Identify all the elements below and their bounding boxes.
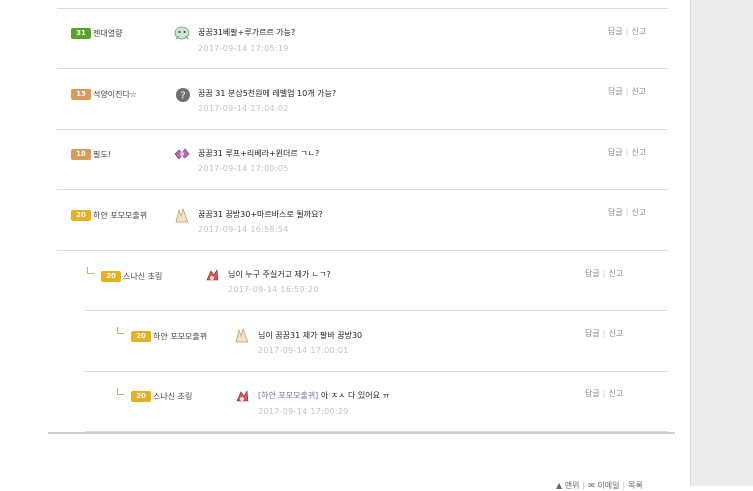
comment-actions: 답글 | 신고 [608,27,647,36]
comment-actions: 답글 | 신고 [608,87,647,96]
report-link[interactable]: 신고 [631,208,646,217]
right-gutter [691,0,753,486]
comment-date: 2017-09-14 17:04:02 [198,104,289,113]
avatar-icon [206,269,219,281]
avatar-icon [235,327,249,343]
reply-link[interactable]: 답글 [608,208,623,217]
reply-link[interactable]: 답글 [608,87,623,96]
comment-date: 2017-09-14 17:05:19 [198,44,289,53]
reply-arrow-icon [87,267,94,274]
report-link[interactable]: 신고 [608,329,623,338]
reply-arrow-icon [117,327,124,334]
level-badge: 20 [131,331,151,342]
comment-actions: 답글 | 신고 [608,208,647,217]
comment-author[interactable]: 석양이진다☆ [93,89,137,100]
unknown-avatar-icon: ? [176,88,190,102]
avatar-icon [174,148,190,160]
level-badge: 31 [71,28,91,39]
report-link[interactable]: 신고 [631,87,646,96]
reply-link[interactable]: 답글 [608,148,623,157]
comment-actions: 답글 | 신고 [585,269,624,278]
level-badge: 13 [71,89,91,100]
report-link[interactable]: 신고 [608,389,623,398]
comment-author[interactable]: 젠대열량 [93,28,122,39]
comment-date: 2017-09-14 16:59:20 [228,285,319,294]
comment-date: 2017-09-14 17:00:01 [258,346,349,355]
level-badge: 18 [71,149,91,160]
reply-link[interactable]: 답글 [585,329,600,338]
comment-row: 31 젠대열량 꿈꿈31베팔+루가르르 가능? 2017-09-14 17:05… [57,9,668,69]
comment-actions: 답글 | 신고 [585,389,624,398]
svg-text:?: ? [180,91,185,102]
content-border [690,0,691,486]
comment-date: 2017-09-14 17:00:05 [198,164,289,173]
avatar-icon [175,207,189,223]
reply-row: 20 하얀 포모모출뀌 님이 꿈꿈31 제가 팔바 꿈방30 2017-09-1… [85,311,668,372]
level-badge: 20 [101,271,121,282]
report-link[interactable]: 신고 [608,269,623,278]
comment-actions: 답글 | 신고 [585,329,624,338]
reply-row: 20 스나신 초링 님이 누구 주실거고 제가 ㄴㄱ? 2017-09-14 1… [85,251,668,311]
reply-arrow-icon [117,388,124,395]
mention-tag[interactable]: [하얀 포모모출뀌] [258,391,318,400]
comment-text: 님이 꿈꿈31 제가 팔바 꿈방30 [258,331,363,340]
comment-date: 2017-09-14 16:58:54 [198,225,289,234]
level-badge: 20 [131,391,151,402]
comment-author[interactable]: 하얀 포모모출뀌 [93,210,147,221]
report-link[interactable]: 신고 [631,148,646,157]
level-badge: 20 [71,210,91,221]
reply-link[interactable]: 답글 [585,389,600,398]
comment-row: 20 하얀 포모모출뀌 꿈꿈31 꿈방30+마르바스로 될까요? 2017-09… [57,190,668,251]
report-link[interactable]: 신고 [631,27,646,36]
avatar-icon [174,26,190,40]
reply-link[interactable]: 답글 [585,269,600,278]
comment-text: 꿈꿈31 꿈방30+마르바스로 될까요? [198,210,323,219]
reply-link[interactable]: 답글 [608,27,623,36]
comment-text: 꿈꿈 31 분상5천원에 레벨업 10개 가능? [198,89,337,98]
comment-date: 2017-09-14 17:00:29 [258,407,349,416]
comment-row: 13 석양이진다☆ ? 꿈꿈 31 분상5천원에 레벨업 10개 가능? 201… [57,69,668,130]
comment-author[interactable]: 스나신 초링 [123,271,162,282]
comment-text: 꿈꿈31베팔+루가르르 가능? [198,28,296,37]
avatar-icon [236,390,249,402]
comment-author[interactable]: 필도! [93,149,111,160]
comment-text: 님이 누구 주실거고 제가 ㄴㄱ? [228,270,331,279]
comment-text: [하얀 포모모출뀌] 아 ㅈㅅ 다 있어요 ㅠ [258,390,390,402]
comment-author[interactable]: 하얀 포모모출뀌 [153,331,207,342]
comment-actions: 답글 | 신고 [608,148,647,157]
comments-bottom-divider [48,432,675,434]
comment-text: 꿈꿈31 루프+리베라+윈더르 ㄱㄴ? [198,149,320,158]
comment-row: 18 필도! 꿈꿈31 루프+리베라+윈더르 ㄱㄴ? 2017-09-14 17… [57,130,668,190]
comment-body: 아 ㅈㅅ 다 있어요 ㅠ [320,391,390,400]
comment-author[interactable]: 스나신 초링 [153,391,192,402]
reply-row: 20 스나신 초링 [하얀 포모모출뀌] 아 ㅈㅅ 다 있어요 ㅠ 2017-0… [85,372,668,432]
